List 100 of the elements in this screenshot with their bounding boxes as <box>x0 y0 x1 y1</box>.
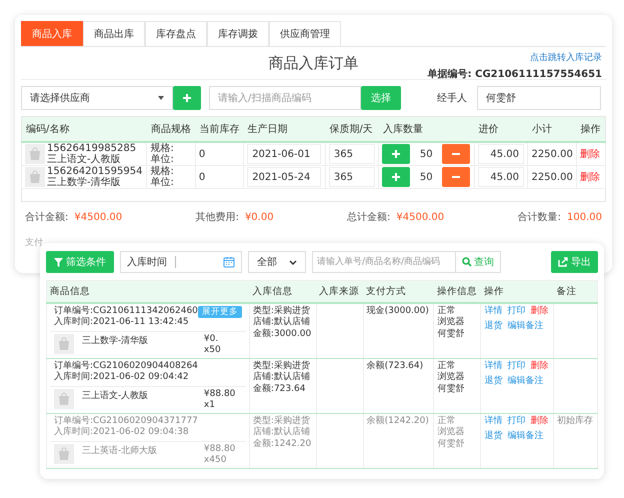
stock-in-info: 金额:723.64 <box>252 384 306 395</box>
stock-value: 0 <box>198 148 206 160</box>
order-number: 订单编号:CG2106111342062460 <box>54 306 198 316</box>
stock-in-time: 入库时间:2021-06-02 09:04:42 <box>54 372 190 384</box>
column-header: 小计 <box>528 116 577 142</box>
action-link[interactable]: 退货 <box>484 430 502 442</box>
increase-button[interactable] <box>382 144 410 164</box>
column-header: 商品规格 <box>146 116 196 142</box>
export-button[interactable]: 导出 <box>551 251 598 273</box>
spec-label: 规格: <box>150 143 175 154</box>
tab[interactable]: 库存盘点 <box>145 21 207 46</box>
operation-info: 正常 <box>437 361 456 372</box>
column-header: 保质期/天 <box>325 116 379 142</box>
action-link[interactable]: 详情 <box>484 306 502 317</box>
product-price: ¥88.80 <box>204 444 236 455</box>
action-link[interactable]: 编辑备注 <box>507 430 548 442</box>
stock-in-info: 类型:采购进货 <box>252 306 311 316</box>
operation-info: 浏览器 <box>437 427 466 438</box>
operation-info: 正常 <box>437 306 456 316</box>
export-icon <box>558 257 568 267</box>
action-link[interactable]: 删除 <box>530 416 548 427</box>
product-code: 15626419985285 <box>47 143 136 154</box>
supplier-select[interactable]: 请选择供应商 <box>21 86 173 110</box>
shelf-life-field[interactable]: 365 <box>328 167 375 187</box>
quantity-value: 50 <box>418 148 434 160</box>
date-range-field[interactable]: 入库时间 <box>120 251 242 273</box>
product-code: 156264201595954 <box>47 166 142 177</box>
column-header: 进价 <box>474 116 528 142</box>
action-link[interactable]: 打印 <box>507 416 526 427</box>
stock-in-info: 店铺:默认店铺 <box>252 372 311 384</box>
decrease-button[interactable] <box>442 167 470 187</box>
order-number: 订单编号:CG2106020904408264 <box>54 361 198 372</box>
action-link[interactable]: 退货 <box>484 320 502 332</box>
unit-label: 单位: <box>150 177 175 188</box>
unit-label: 单位: <box>150 154 175 165</box>
status-select[interactable]: 全部 <box>248 251 306 273</box>
price-field[interactable]: 45.00 <box>478 144 524 164</box>
add-supplier-button[interactable] <box>173 86 201 110</box>
total-label: 其他费用: <box>196 212 239 223</box>
payment-label: 支付 <box>25 236 44 249</box>
action-link[interactable]: 退货 <box>484 376 502 387</box>
handler-field[interactable]: 何雯舒 <box>477 86 601 110</box>
product-quantity: x50 <box>204 344 222 356</box>
stock-value: 0 <box>198 172 206 182</box>
product-code-field[interactable]: 请输入/扫描商品编码 <box>209 86 361 110</box>
action-link[interactable]: 删除 <box>530 306 548 317</box>
handler-label: 经手人 <box>437 92 467 105</box>
column-header: 操作信息 <box>434 280 481 303</box>
spec-label: 规格: <box>150 166 175 177</box>
date-field[interactable]: 2021-06-01 <box>247 144 322 164</box>
column-header: 商品信息 <box>46 280 250 303</box>
action-link[interactable]: 编辑备注 <box>507 376 548 387</box>
action-link[interactable]: 编辑备注 <box>507 320 548 332</box>
subtotal: 2250.00 <box>531 172 573 182</box>
price-field[interactable]: 45.00 <box>478 167 524 187</box>
product-quantity: x450 <box>204 454 228 466</box>
order-number: 订单编号:CG2106020904371777 <box>54 416 198 426</box>
date-field[interactable]: 2021-05-24 <box>247 167 322 187</box>
select-button[interactable]: 选择 <box>361 86 401 110</box>
operation-info: 浏览器 <box>437 372 466 384</box>
search-icon <box>462 257 472 267</box>
tab[interactable]: 供应商管理 <box>269 21 341 46</box>
action-link[interactable]: 详情 <box>484 361 502 372</box>
order-number: 单据编号: CG2106111157554651 <box>428 68 602 81</box>
action-link[interactable]: 删除 <box>530 361 548 372</box>
action-link[interactable]: 打印 <box>507 361 526 372</box>
caret-icon <box>158 96 164 100</box>
decrease-button[interactable] <box>442 144 470 164</box>
column-header: 操作 <box>480 280 554 303</box>
total-label: 合计金额: <box>25 212 68 223</box>
tab[interactable]: 商品入库 <box>21 21 83 46</box>
record-link[interactable]: 点击跳转入库记录 <box>530 51 602 64</box>
bag-icon <box>54 388 74 408</box>
column-header: 生产日期 <box>244 116 326 142</box>
expand-more-button[interactable]: 展开更多 <box>198 306 242 318</box>
stock-in-time: 入库时间:2021-06-02 09:04:38 <box>54 427 190 438</box>
total-label: 合计数量: <box>518 212 561 223</box>
subtotal: 2250.00 <box>531 148 573 160</box>
increase-button[interactable] <box>382 167 410 187</box>
search-field[interactable]: 请输入单号/商品名称/商品编码 查询 <box>312 251 501 273</box>
tab[interactable]: 商品出库 <box>83 21 145 46</box>
total-value: 100.00 <box>566 212 602 223</box>
stock-in-info: 金额:3000.00 <box>252 328 312 340</box>
tab[interactable]: 库存调拨 <box>207 21 269 46</box>
page-title: 商品入库订单 <box>268 54 358 72</box>
plus-icon <box>391 172 402 182</box>
product-name: 三上数学-清华版 <box>47 177 122 188</box>
action-link[interactable]: 打印 <box>507 306 526 317</box>
column-header: 入库来源 <box>316 280 364 303</box>
action-link[interactable]: 详情 <box>484 416 502 427</box>
bag-icon <box>54 444 74 464</box>
product-name: 三上数学-清华版 <box>82 334 150 346</box>
chevron-icon <box>289 260 297 264</box>
operation-info: 浏览器 <box>437 317 466 328</box>
column-header: 入库信息 <box>249 280 316 303</box>
filter-button[interactable]: 筛选条件 <box>46 251 114 273</box>
shelf-life-field[interactable]: 365 <box>328 144 375 164</box>
stock-in-info: 店铺:默认店铺 <box>252 427 311 438</box>
stock-in-info: 类型:采购进货 <box>252 416 311 426</box>
payment-method: 余额(1242.20) <box>366 416 429 426</box>
